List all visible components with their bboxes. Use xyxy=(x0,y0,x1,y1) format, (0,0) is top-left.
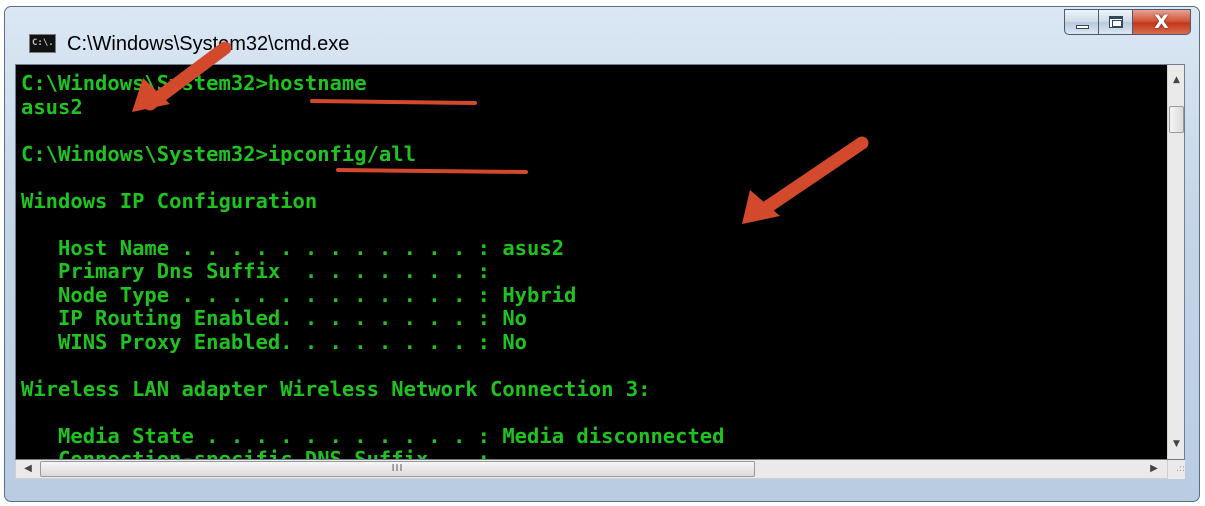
minimize-icon xyxy=(1076,25,1089,29)
console-line: Media State . . . . . . . . . . . : Medi… xyxy=(21,423,725,448)
right-arrow-icon[interactable]: ▶ xyxy=(1144,460,1164,478)
close-icon: X xyxy=(1154,11,1169,33)
maximize-icon xyxy=(1109,16,1123,28)
vertical-scrollbar[interactable]: ▲ ▼ xyxy=(1167,65,1184,459)
console-line: C:\Windows\System32>ipconfig/all xyxy=(21,141,416,166)
console-line: IP Routing Enabled. . . . . . . . : No xyxy=(21,306,528,330)
horizontal-scroll-thumb[interactable]: III xyxy=(40,461,755,477)
vertical-scroll-thumb[interactable] xyxy=(1169,106,1184,133)
down-arrow-icon[interactable]: ▼ xyxy=(1168,435,1185,453)
console-line: Host Name . . . . . . . . . . . . : asus… xyxy=(21,235,565,260)
console-line: Node Type . . . . . . . . . . . . : Hybr… xyxy=(21,282,577,307)
console-line: C:\Windows\System32>hostname xyxy=(21,71,367,95)
cmd-icon[interactable]: C:\. xyxy=(29,34,56,53)
console-line: Connection-specific DNS Suffix . : xyxy=(21,447,490,459)
title-bar[interactable]: C:\. C:\Windows\System32\cmd.exe X xyxy=(5,7,1199,61)
console-area[interactable]: C:\Windows\System32>hostname asus2 C:\Wind… xyxy=(15,64,1185,460)
close-button[interactable]: X xyxy=(1133,9,1191,35)
maximize-button[interactable] xyxy=(1099,9,1133,35)
window-title: C:\Windows\System32\cmd.exe xyxy=(67,33,350,55)
up-arrow-icon[interactable]: ▲ xyxy=(1168,71,1185,89)
console-line: Wireless LAN adapter Wireless Network Co… xyxy=(21,376,651,401)
left-arrow-icon[interactable]: ◀ xyxy=(18,460,38,478)
window-controls: X xyxy=(1064,9,1191,37)
horizontal-scrollbar[interactable]: ◀ III ▶ xyxy=(15,460,1168,479)
resize-grip-icon[interactable]: .:: xyxy=(1168,460,1185,479)
console-line: Primary Dns Suffix . . . . . . . : xyxy=(21,259,490,283)
minimize-button[interactable] xyxy=(1064,9,1099,35)
console-line: asus2 xyxy=(21,94,83,119)
console-line: Windows IP Configuration xyxy=(21,188,318,213)
console-output[interactable]: C:\Windows\System32>hostname asus2 C:\Wind… xyxy=(16,65,1167,459)
console-line: WINS Proxy Enabled. . . . . . . . : No xyxy=(21,329,528,354)
